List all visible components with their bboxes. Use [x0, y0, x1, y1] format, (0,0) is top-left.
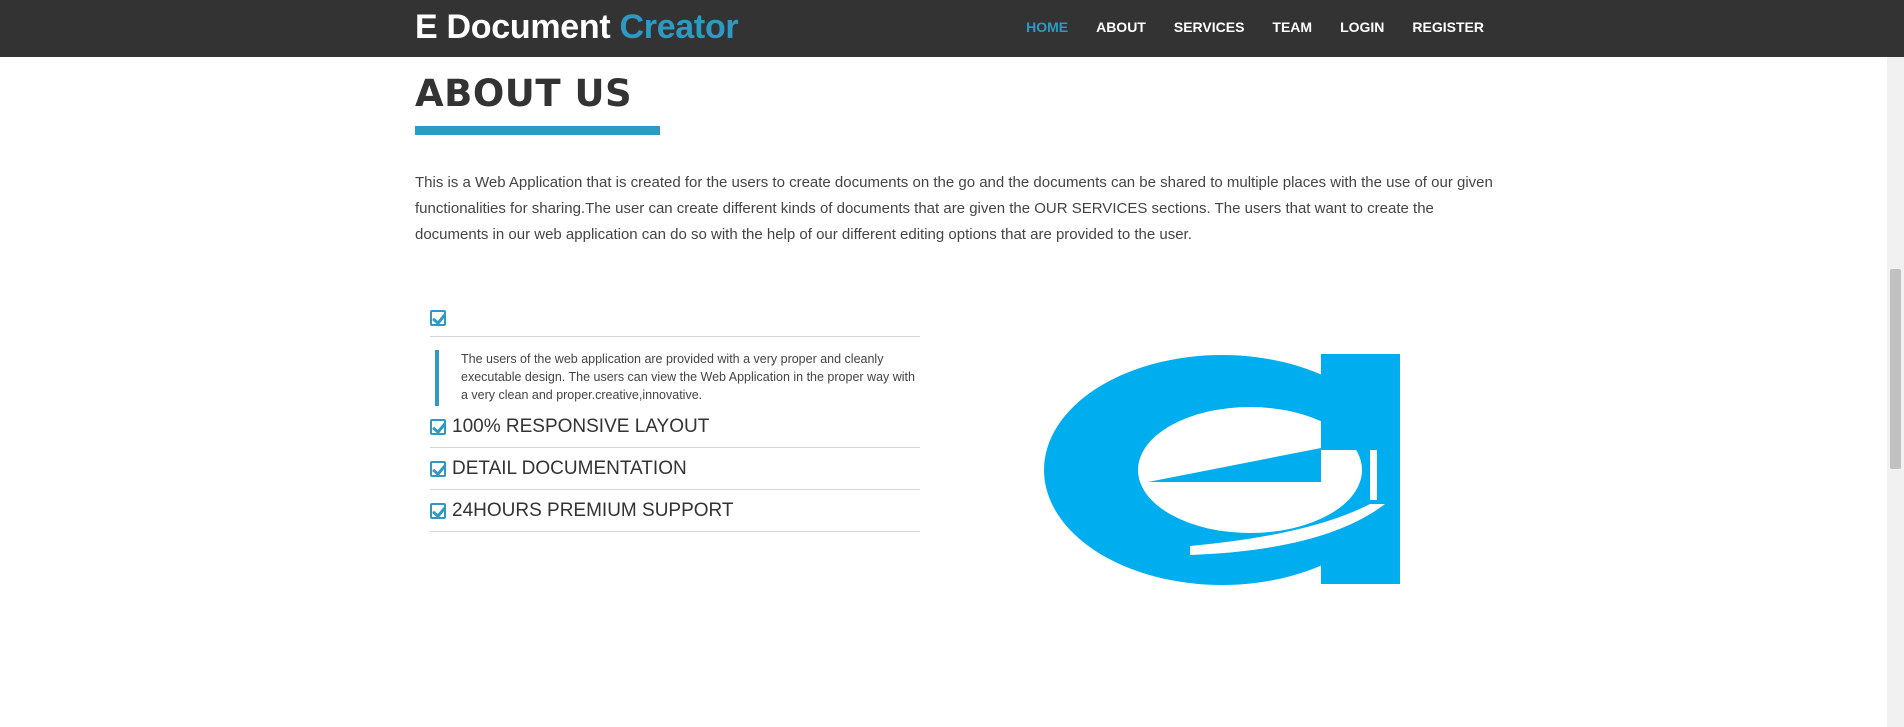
features-list: The users of the web application are pro…: [430, 305, 920, 532]
brand-main-text: E Document: [415, 8, 620, 46]
nav-link-team[interactable]: TEAM: [1272, 18, 1312, 36]
brand-logo-text[interactable]: E Document Creator: [415, 8, 739, 46]
nav-menu: HOME ABOUT SERVICES TEAM LOGIN REGISTER: [998, 18, 1484, 36]
feature-label: 24HOURS PREMIUM SUPPORT: [452, 499, 734, 521]
page-scrollbar[interactable]: [1887, 57, 1904, 727]
nav-link-about[interactable]: ABOUT: [1096, 18, 1146, 36]
check-square-icon: [430, 418, 446, 435]
feature-quote: The users of the web application are pro…: [435, 350, 920, 406]
check-square-icon: [430, 502, 446, 519]
check-square-icon: [430, 310, 446, 326]
section-title: ABOUT US: [415, 72, 633, 115]
nav-link-services[interactable]: SERVICES: [1174, 18, 1245, 36]
e-logo-image: [1044, 354, 1400, 585]
title-underline: [415, 126, 660, 135]
check-square-icon: [430, 460, 446, 477]
nav-link-home[interactable]: HOME: [1026, 18, 1068, 36]
top-navbar: E Document Creator HOME ABOUT SERVICES T…: [0, 0, 1904, 57]
nav-link-register[interactable]: REGISTER: [1412, 18, 1484, 36]
feature-item: 24HOURS PREMIUM SUPPORT: [430, 490, 920, 532]
feature-label: DETAIL DOCUMENTATION: [452, 457, 687, 479]
feature-item: 100% RESPONSIVE LAYOUT: [430, 406, 920, 448]
about-description: This is a Web Application that is create…: [415, 174, 1493, 243]
scrollbar-thumb[interactable]: [1890, 269, 1901, 469]
feature-item: DETAIL DOCUMENTATION: [430, 448, 920, 490]
feature-item-header: [430, 305, 920, 337]
feature-label: 100% RESPONSIVE LAYOUT: [452, 415, 710, 437]
nav-link-login[interactable]: LOGIN: [1340, 18, 1384, 36]
brand-accent-text: Creator: [619, 8, 739, 46]
